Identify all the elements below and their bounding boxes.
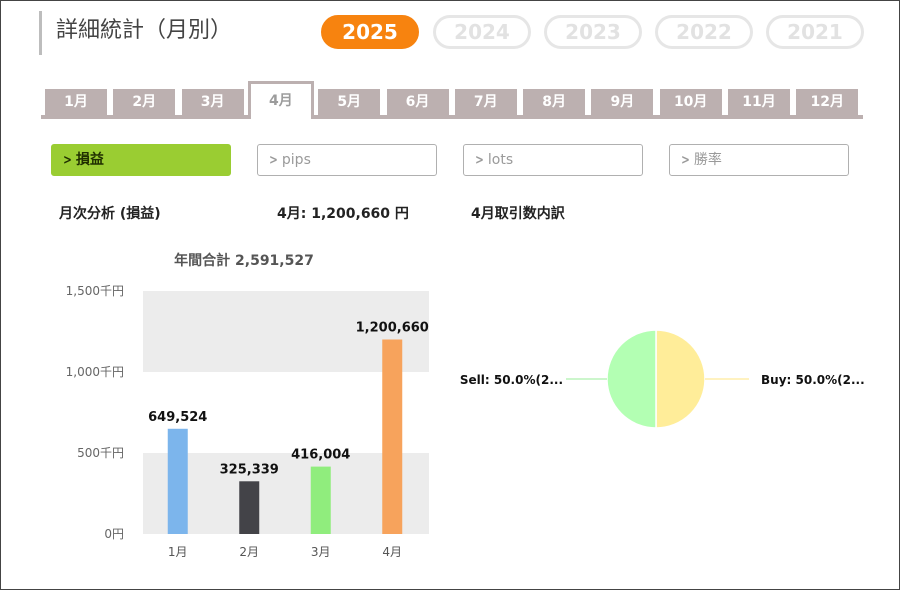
bar-4月	[382, 339, 403, 534]
x-tick-label: 2月	[239, 545, 259, 559]
x-tick-label: 1月	[168, 545, 188, 559]
tab-month-7[interactable]: 7月	[454, 89, 517, 115]
bar-value-label: 416,004	[291, 448, 350, 463]
tab-month-9[interactable]: 9月	[591, 89, 654, 115]
tab-month-8[interactable]: 8月	[523, 89, 586, 115]
y-tick-label: 500千円	[77, 446, 124, 460]
chevron-right-icon: >	[475, 153, 484, 168]
bar-value-label: 649,524	[148, 410, 207, 425]
y-tick-label: 0円	[104, 527, 124, 541]
chart-title: 年間合計 2,591,527	[174, 252, 314, 269]
bar-3月	[310, 466, 331, 534]
year-button-2021[interactable]: 2021	[766, 15, 864, 49]
tab-month-10[interactable]: 10月	[659, 89, 722, 115]
x-tick-label: 4月	[382, 545, 402, 559]
pie-slice	[606, 329, 657, 429]
metric-button-win-rate[interactable]: > 勝率	[669, 144, 849, 176]
metric-label: lots	[487, 152, 514, 168]
tab-month-12[interactable]: 12月	[796, 89, 859, 115]
chevron-right-icon: >	[681, 153, 690, 168]
pie-label-buy: Buy: 50.0%(2...	[761, 373, 865, 387]
bar-1月	[167, 428, 188, 534]
statistics-panel: 詳細統計（月別） 2025 2024 2023 2022 2021 1月 2月 3月 4月 5月…	[0, 0, 900, 590]
year-button-2022[interactable]: 2022	[655, 15, 753, 49]
metric-button-lots[interactable]: > lots	[463, 144, 643, 176]
pie-slice	[655, 329, 706, 429]
bar-value-label: 1,200,660	[356, 320, 429, 335]
y-tick-label: 1,500千円	[66, 284, 124, 298]
tab-month-11[interactable]: 11月	[728, 89, 790, 115]
monthly-pnl-bar-chart: 年間合計 2,591,527 0円 500千円 1,000千円 1,500千円 649,5…	[66, 252, 429, 559]
trade-breakdown-label: 4月取引数内訳	[471, 206, 565, 222]
pie-label-sell: Sell: 50.0%(2...	[460, 373, 563, 387]
bar-value-label: 325,339	[220, 462, 279, 477]
metric-label: 勝率	[693, 152, 722, 168]
y-tick-label: 1,000千円	[66, 365, 124, 379]
year-button-2023[interactable]: 2023	[544, 15, 642, 49]
bar-2月	[239, 481, 260, 534]
x-tick-label: 3月	[311, 545, 331, 559]
